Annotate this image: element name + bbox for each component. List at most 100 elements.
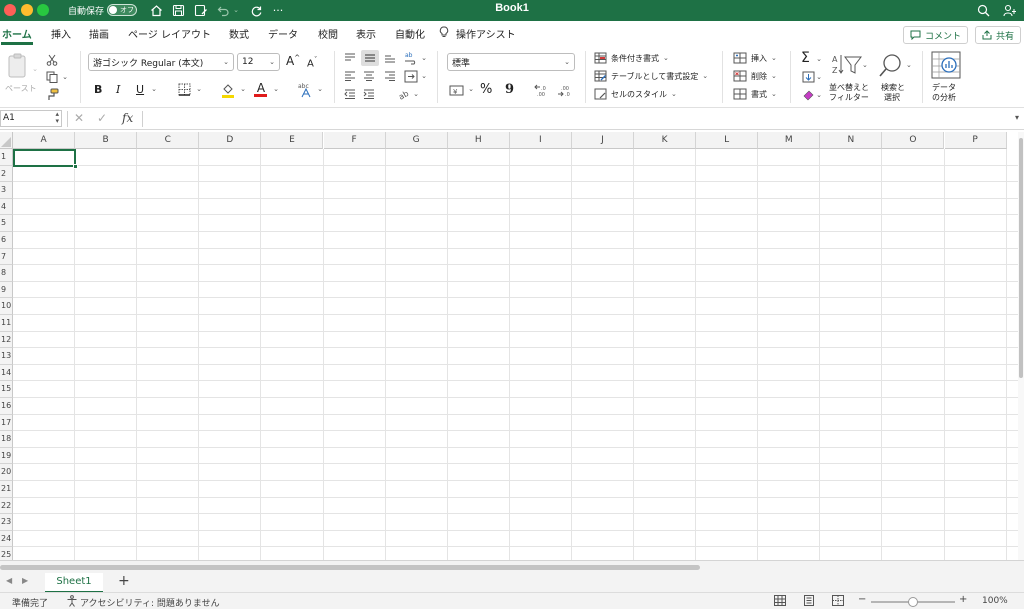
fill-icon[interactable] (800, 70, 816, 84)
comment-button[interactable]: コメント (903, 26, 969, 44)
insert-cells-button[interactable]: 挿入 ⌄ (733, 52, 777, 64)
expand-formula-bar-icon[interactable]: ▾ (1015, 113, 1019, 122)
accessibility-status[interactable]: アクセシビリティ: 問題ありません (80, 596, 220, 609)
font-color-icon[interactable]: A (253, 81, 269, 98)
autosum-dropdown-icon[interactable]: ⌄ (815, 55, 823, 63)
column-header-o[interactable]: O (882, 132, 945, 149)
row-header-11[interactable]: 11 (0, 315, 13, 332)
align-top-icon[interactable] (342, 51, 358, 65)
column-header-c[interactable]: C (137, 132, 200, 149)
tab-draw[interactable]: 描画 (89, 26, 109, 41)
column-header-j[interactable]: J (571, 132, 634, 149)
horizontal-scroll-thumb[interactable] (0, 565, 700, 570)
font-color-dropdown-icon[interactable]: ⌄ (272, 85, 280, 93)
clear-dropdown-icon[interactable]: ⌄ (815, 91, 823, 99)
cut-icon[interactable] (44, 53, 60, 67)
column-header-l[interactable]: L (696, 132, 759, 149)
row-header-15[interactable]: 15 (0, 381, 13, 398)
column-header-k[interactable]: K (634, 132, 697, 149)
fill-color-dropdown-icon[interactable]: ⌄ (239, 85, 247, 93)
increase-indent-icon[interactable] (361, 87, 377, 101)
selected-cell-a1[interactable] (13, 149, 78, 169)
tab-insert[interactable]: 挿入 (51, 26, 71, 41)
row-header-4[interactable]: 4 (0, 198, 13, 216)
row-header-7[interactable]: 7 (0, 248, 13, 266)
formula-input[interactable] (150, 112, 1010, 126)
underline-dropdown-icon[interactable]: ⌄ (150, 85, 158, 93)
align-center-icon[interactable] (361, 69, 377, 83)
row-header-21[interactable]: 21 (0, 481, 13, 498)
row-header-8[interactable]: 8 (0, 265, 13, 282)
next-sheet-icon[interactable]: ▶ (22, 576, 28, 585)
row-header-16[interactable]: 16 (0, 398, 13, 415)
zoom-level[interactable]: 100% (982, 596, 1008, 606)
row-header-20[interactable]: 20 (0, 464, 13, 481)
comma-style-button[interactable]: 9 (505, 82, 514, 97)
tab-formulas[interactable]: 数式 (229, 26, 249, 41)
font-name-select[interactable]: 游ゴシック Regular (本文) ⌄ (88, 53, 234, 71)
row-header-14[interactable]: 14 (0, 364, 13, 382)
align-right-icon[interactable] (382, 69, 398, 83)
align-middle-icon[interactable] (361, 50, 379, 66)
row-header-25[interactable]: 25 (0, 547, 13, 560)
cell-styles-button[interactable]: セルのスタイル ⌄ (594, 88, 677, 100)
paste-icon[interactable] (4, 51, 32, 81)
column-header-d[interactable]: D (199, 132, 262, 149)
fill-dropdown-icon[interactable]: ⌄ (815, 73, 823, 81)
row-header-6[interactable]: 6 (0, 232, 13, 249)
worksheet-grid[interactable]: A B C D E F G H I J K L M N O P 1 2 3 4 5 6 7 8 9 10 11 12 13 14 15 16 1… (0, 132, 1018, 560)
borders-icon[interactable] (176, 82, 192, 96)
decrease-decimal-icon[interactable]: .00.0 (556, 82, 574, 98)
copy-dropdown-icon[interactable]: ⌄ (61, 73, 69, 81)
row-header-24[interactable]: 24 (0, 530, 13, 548)
font-size-select[interactable]: 12 ⌄ (237, 53, 280, 71)
search-icon[interactable] (975, 2, 991, 18)
column-header-g[interactable]: G (385, 132, 448, 149)
format-as-table-button[interactable]: テーブルとして書式設定 ⌄ (594, 70, 708, 82)
format-cells-button[interactable]: 書式 ⌄ (733, 88, 777, 100)
column-header-n[interactable]: N (820, 132, 883, 149)
underline-button[interactable]: U (136, 83, 144, 96)
row-header-5[interactable]: 5 (0, 215, 13, 232)
delete-cells-button[interactable]: 削除 ⌄ (733, 70, 777, 82)
normal-view-icon[interactable] (774, 595, 786, 609)
tab-tell-me[interactable]: 操作アシスト (456, 26, 516, 41)
share-person-icon[interactable] (1002, 2, 1018, 18)
row-header-10[interactable]: 10 (0, 298, 13, 315)
percent-style-button[interactable]: % (480, 82, 492, 97)
row-header-23[interactable]: 23 (0, 514, 13, 531)
merge-dropdown-icon[interactable]: ⌄ (420, 72, 428, 80)
borders-dropdown-icon[interactable]: ⌄ (195, 85, 203, 93)
row-header-9[interactable]: 9 (0, 281, 13, 299)
column-header-f[interactable]: F (323, 132, 386, 149)
paste-dropdown-icon[interactable]: ⌄ (31, 65, 39, 73)
column-header-i[interactable]: I (509, 132, 572, 149)
row-header-17[interactable]: 17 (0, 414, 13, 432)
column-header-p[interactable]: P (944, 132, 1007, 149)
align-bottom-icon[interactable] (382, 51, 398, 65)
tab-automate[interactable]: 自動化 (395, 26, 425, 41)
row-header-1[interactable]: 1 (0, 149, 13, 166)
row-header-3[interactable]: 3 (0, 182, 13, 199)
conditional-formatting-button[interactable]: 条件付き書式 ⌄ (594, 52, 669, 64)
number-format-select[interactable]: 標準 ⌄ (447, 53, 575, 71)
confirm-entry-icon[interactable]: ✓ (97, 111, 107, 125)
phonetic-guide-icon[interactable]: abc (296, 81, 316, 99)
orientation-icon[interactable]: ab (395, 87, 411, 101)
tab-data[interactable]: データ (268, 26, 298, 41)
orientation-dropdown-icon[interactable]: ⌄ (412, 90, 420, 98)
fill-handle[interactable] (73, 164, 78, 169)
column-header-e[interactable]: E (261, 132, 324, 149)
zoom-out-button[interactable]: − (858, 594, 866, 605)
copy-icon[interactable] (44, 70, 60, 84)
page-break-view-icon[interactable] (832, 595, 844, 609)
tab-review[interactable]: 校閲 (318, 26, 338, 41)
row-header-2[interactable]: 2 (0, 165, 13, 183)
tab-home[interactable]: ホーム (2, 26, 32, 41)
zoom-in-button[interactable]: + (959, 594, 967, 605)
increase-font-size-button[interactable]: A^ (286, 54, 300, 68)
vertical-scrollbar[interactable] (1018, 132, 1024, 560)
column-header-m[interactable]: M (758, 132, 821, 149)
row-header-19[interactable]: 19 (0, 447, 13, 465)
increase-decimal-icon[interactable]: .0.00 (533, 82, 551, 98)
